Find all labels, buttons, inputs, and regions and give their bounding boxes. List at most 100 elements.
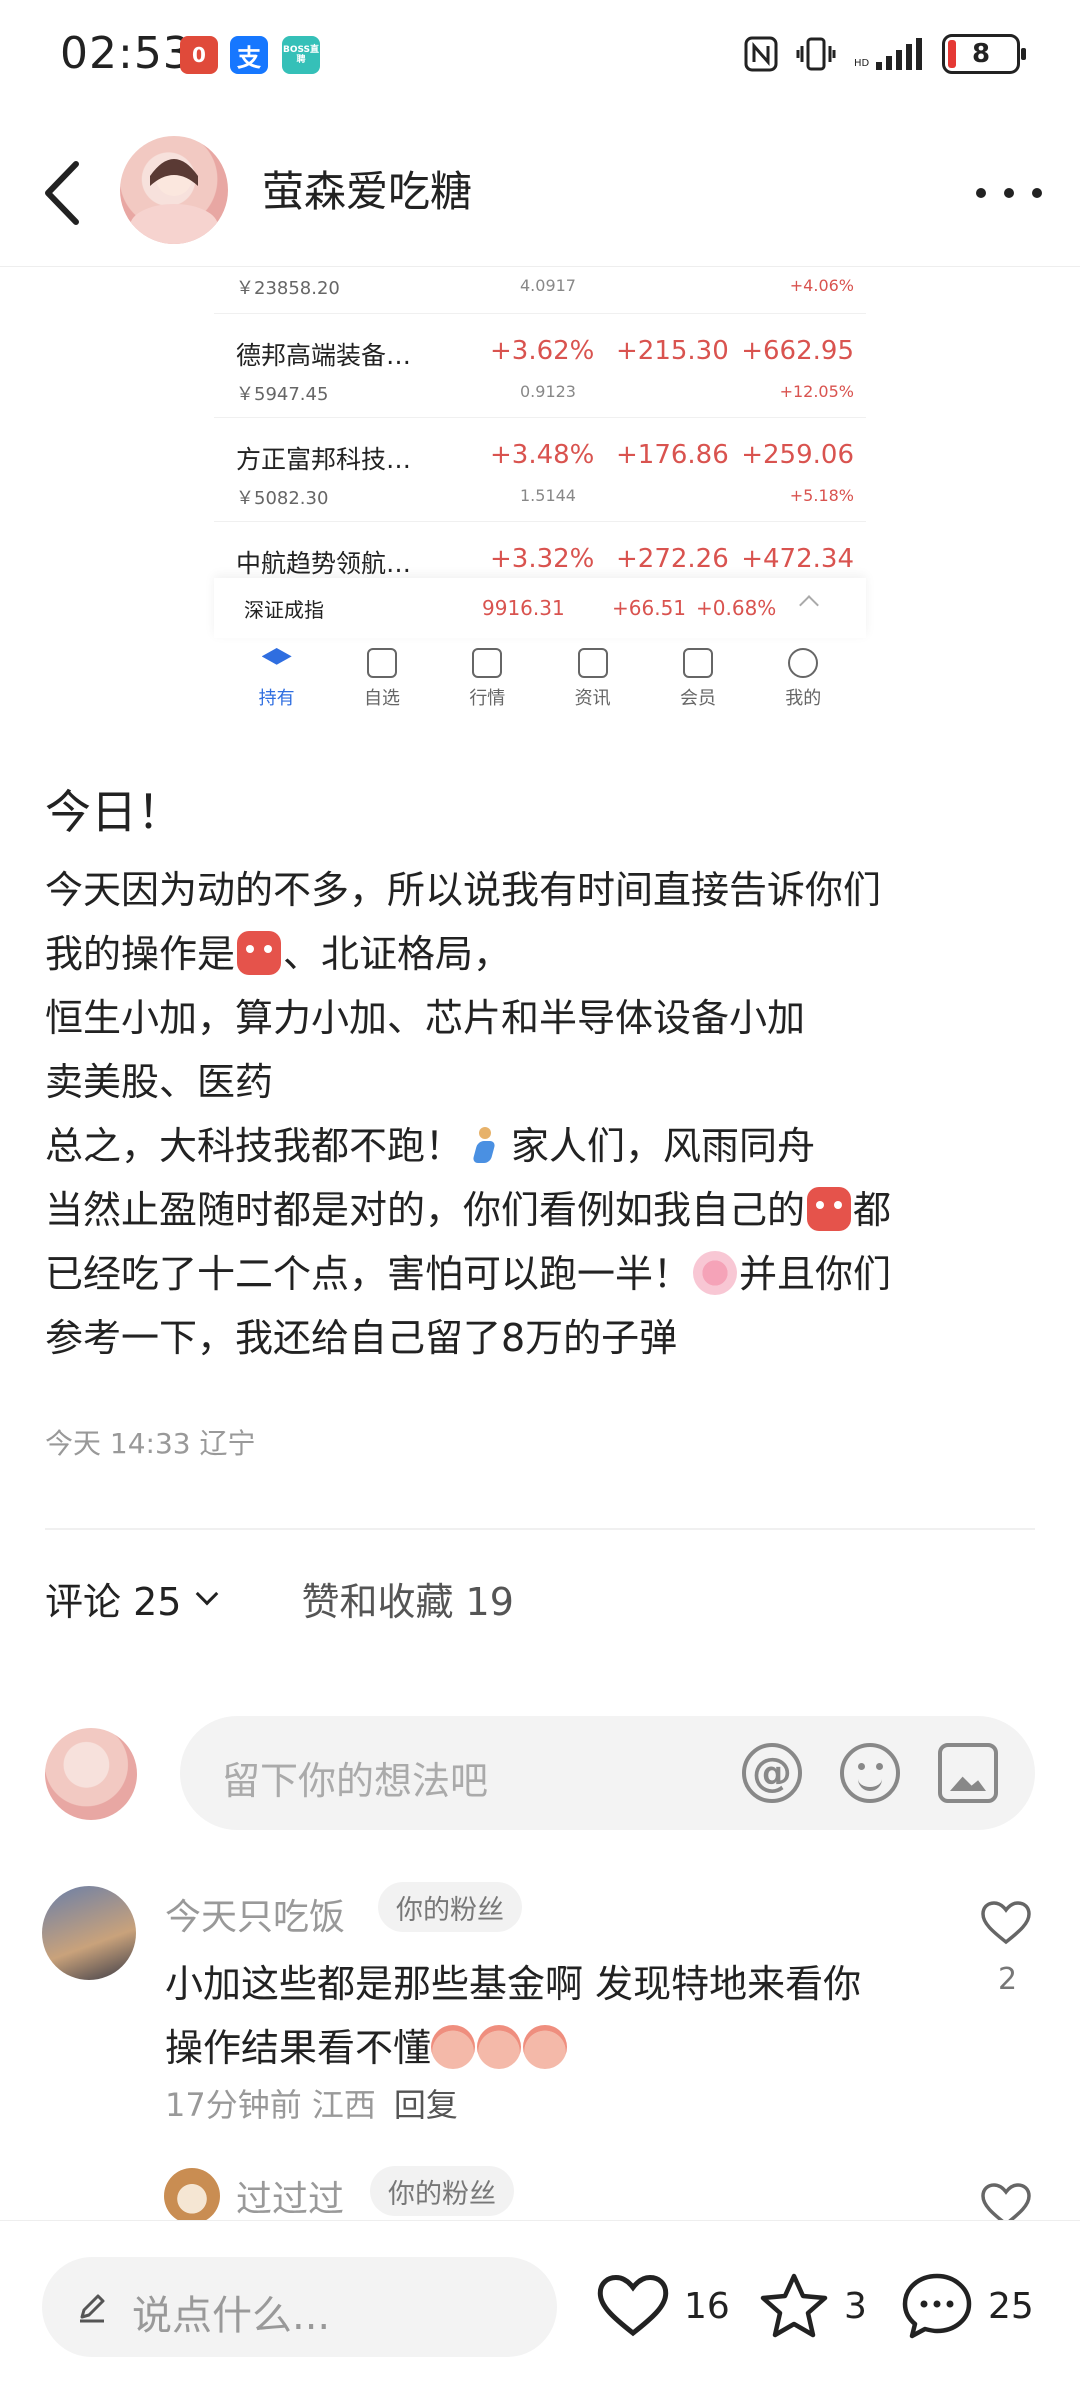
fund-value: ￥5082.30 — [236, 488, 329, 509]
favorite-count: 3 — [844, 2285, 867, 2327]
crying-emoji-icon — [431, 2025, 476, 2069]
post-header: 萤森爱吃糖 — [0, 120, 1080, 270]
post-image[interactable]: ￥23858.20 4.0917 +4.06% 德邦高端装备… ￥5947.45… — [214, 268, 866, 728]
notification-app-icon: 0 — [180, 36, 218, 74]
nfc-icon — [744, 36, 778, 72]
post-text: 总之，大科技我都不跑！ — [45, 1124, 464, 1168]
comment-count: 25 — [988, 2285, 1034, 2327]
post-text: 已经吃了十二个点，害怕可以跑一半！ — [45, 1252, 692, 1296]
post-line: 今天因为动的不多，所以说我有时间直接告诉你们 — [45, 868, 882, 912]
tab-likes-favorites[interactable]: 赞和收藏 19 — [301, 1571, 513, 1626]
document-icon — [577, 648, 608, 678]
crying-emoji-icon — [477, 2025, 522, 2069]
tab-label: 会员 — [679, 688, 716, 709]
embedded-tab-news: 资讯 — [548, 648, 638, 728]
robot-emoji-icon — [237, 931, 282, 975]
post-text: 并且你们 — [739, 1252, 892, 1296]
comment-meta: 17分钟前 江西 回复 — [165, 2080, 458, 2126]
tab-comments-label: 评论 25 — [45, 1579, 182, 1624]
fund-name: 方正富邦科技… — [236, 445, 412, 474]
fund-day-gain: +272.26 — [616, 544, 729, 574]
post-line: 我的操作是 、北证格局， — [45, 922, 1045, 986]
tab-label: 自选 — [363, 688, 400, 709]
post-line: 恒生小加，算力小加、芯片和半导体设备小加 — [45, 996, 806, 1040]
post-text: 都 — [853, 1188, 892, 1232]
status-time: 02:53 — [60, 28, 192, 79]
reply-avatar[interactable] — [164, 2168, 220, 2224]
like-button[interactable]: 16 — [596, 2269, 730, 2343]
image-icon[interactable] — [938, 1743, 998, 1803]
status-right: HD 8 — [744, 30, 1026, 78]
post-text: 我的操作是 — [45, 932, 236, 976]
boss-app-icon: BOSS直聘 — [282, 36, 320, 74]
my-avatar — [45, 1728, 137, 1820]
star-icon — [760, 2273, 828, 2338]
tab-label: 持有 — [258, 688, 295, 709]
fund-total-gain: +472.34 — [741, 544, 854, 574]
chevron-up-icon — [799, 595, 819, 615]
signal-icon: HD — [854, 38, 922, 70]
pencil-icon — [80, 2294, 105, 2323]
more-options-icon[interactable] — [976, 178, 1042, 208]
post-text: 、北证格局， — [283, 932, 512, 976]
fund-pct: +3.48% — [490, 440, 595, 470]
index-change: +66.51 — [612, 596, 687, 620]
comment-input[interactable]: 留下你的想法吧 @ — [180, 1716, 1035, 1830]
tab-comments[interactable]: 评论 25 — [45, 1571, 219, 1626]
comment-line: 小加这些都是那些基金啊 发现特地来看你 — [165, 1962, 862, 2006]
favorite-button[interactable]: 3 — [758, 2269, 867, 2343]
bottom-bar: 说点什么... 16 3 25 — [0, 2220, 1080, 2387]
post-line: 总之，大科技我都不跑！ 家人们，风雨同舟 — [45, 1114, 1045, 1178]
post-line: 当然止盈随时都是对的，你们看例如我自己的 都 — [45, 1178, 1045, 1242]
post-body: 今日！ 今天因为动的不多，所以说我有时间直接告诉你们 我的操作是 、北证格局， 恒… — [45, 776, 1045, 1370]
post-text: 当然止盈随时都是对的，你们看例如我自己的 — [45, 1188, 806, 1232]
emoji-icon[interactable] — [840, 1743, 900, 1803]
fund-name: 中航趋势领航… — [236, 549, 412, 578]
fund-pct: +3.32% — [490, 544, 595, 574]
fan-badge: 你的粉丝 — [370, 2166, 514, 2216]
back-icon[interactable] — [38, 158, 88, 228]
fund-row: 中航趋势领航… +3.32% +272.26 +472.34 — [214, 522, 866, 582]
mention-icon[interactable]: @ — [742, 1743, 802, 1803]
comment-placeholder: 留下你的想法吧 — [222, 1759, 489, 1803]
fund-value: ￥23858.20 — [236, 278, 340, 299]
comment-tabs: 评论 25 赞和收藏 19 — [45, 1568, 514, 1628]
comment-bubble-icon — [902, 2273, 972, 2339]
author-avatar[interactable] — [120, 136, 228, 244]
commenter-name[interactable]: 今天只吃饭 — [165, 1888, 345, 1940]
reply-name[interactable]: 过过过 — [236, 2170, 344, 2222]
embedded-tab-bar: 持有 自选 行情 资讯 会员 我的 — [214, 648, 866, 728]
say-placeholder: 说点什么... — [132, 2293, 331, 2339]
post-line: 参考一下，我还给自己留了8万的子弹 — [45, 1316, 678, 1360]
heart-icon[interactable] — [980, 1900, 1032, 1946]
running-emoji-icon — [465, 1123, 509, 1167]
fund-total-pct: +12.05% — [779, 382, 854, 401]
fund-total-gain: +259.06 — [741, 440, 854, 470]
comment-button[interactable]: 25 — [900, 2269, 1034, 2343]
author-name[interactable]: 萤森爱吃糖 — [262, 158, 472, 219]
comment-text-part: 操作结果看不懂 — [165, 2026, 432, 2070]
tab-label: 我的 — [785, 688, 822, 709]
fund-total-pct: +4.06% — [789, 276, 854, 295]
status-bar: 02:53 0 支 BOSS直聘 HD 8 — [0, 0, 1080, 110]
fund-day-gain: +215.30 — [616, 336, 729, 366]
comment-like-count: 2 — [998, 1962, 1018, 1997]
post-text: 家人们，风雨同舟 — [511, 1124, 816, 1168]
robot-emoji-icon — [807, 1187, 852, 1231]
reply-button[interactable]: 回复 — [394, 2086, 458, 2124]
star-icon — [366, 648, 397, 678]
heart-icon — [597, 2275, 669, 2337]
like-count: 16 — [684, 2285, 730, 2327]
commenter-avatar[interactable] — [42, 1886, 136, 1980]
battery-icon: 8 — [942, 34, 1026, 74]
diamond-icon — [682, 648, 713, 678]
comment-line: 操作结果看不懂 — [165, 2016, 965, 2080]
tab-label: 行情 — [469, 688, 506, 709]
post-line: 已经吃了十二个点，害怕可以跑一半！ 并且你们 — [45, 1242, 1045, 1306]
post-meta: 今天 14:33 辽宁 — [45, 1427, 256, 1460]
fund-pct: +3.62% — [490, 336, 595, 366]
chevron-down-icon — [196, 1582, 219, 1606]
layers-icon — [261, 648, 292, 665]
comment-time-location: 17分钟前 江西 — [165, 2086, 376, 2124]
say-something-input[interactable]: 说点什么... — [42, 2257, 557, 2357]
